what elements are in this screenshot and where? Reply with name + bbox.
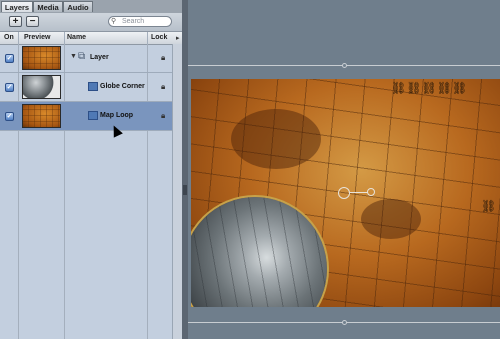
layer-preview-thumbnail — [22, 75, 61, 99]
layer-name: Layer — [90, 54, 109, 61]
disclosure-triangle-icon[interactable]: ▼ — [70, 53, 77, 60]
tab-audio[interactable]: Audio — [63, 1, 93, 12]
splitter-grip-icon[interactable] — [183, 185, 187, 195]
anchor-point-icon[interactable] — [338, 187, 350, 199]
column-preview[interactable]: Preview — [24, 34, 50, 41]
tab-media[interactable]: Media — [33, 1, 63, 12]
lock-icon[interactable]: 🔒︎ — [161, 82, 165, 92]
lock-icon[interactable]: 🔒︎ — [161, 53, 165, 63]
canvas-bottom-handle[interactable] — [342, 320, 347, 325]
column-on[interactable]: On — [4, 34, 14, 41]
tab-bar: Layers Media Audio — [0, 0, 182, 13]
column-lock[interactable]: Lock — [151, 34, 167, 41]
lock-icon[interactable]: 🔒︎ — [161, 111, 165, 121]
column-menu-icon[interactable]: ▸ — [176, 34, 180, 42]
tab-layers[interactable]: Layers — [1, 1, 33, 12]
canvas-top-handle[interactable] — [342, 63, 347, 68]
layers-toolbar: + − Search ⚲ — [0, 13, 182, 32]
layer-preview-thumbnail — [22, 46, 61, 70]
film-clip-icon — [88, 111, 98, 120]
film-clip-icon — [88, 82, 98, 91]
layer-row-globe-corner[interactable]: ✓ Globe Corner 🔒︎ — [0, 73, 172, 102]
search-input[interactable]: Search — [108, 16, 172, 27]
layer-name: Map Loop — [100, 112, 134, 119]
column-name[interactable]: Name — [67, 34, 86, 41]
remove-layer-button[interactable]: − — [26, 16, 39, 27]
vertical-scrollbar[interactable] — [172, 44, 182, 339]
layers-panel: Layers Media Audio + − Search ⚲ On Previ… — [0, 0, 182, 339]
chain-decoration-icon: ⛓⛓⛓⛓⛓ — [391, 81, 468, 95]
search-icon: ⚲ — [111, 18, 117, 25]
layer-visibility-checkbox[interactable]: ✓ — [5, 83, 14, 92]
anchor-rotation-line — [350, 192, 368, 193]
layer-visibility-checkbox[interactable]: ✓ — [5, 54, 14, 63]
layer-preview-thumbnail — [22, 104, 61, 128]
add-layer-button[interactable]: + — [9, 16, 22, 27]
chain-decoration-icon: ⛓ — [481, 199, 497, 213]
layer-name: Globe Corner — [100, 83, 145, 90]
layer-row-layer[interactable]: ✓ ▼ ⧉ Layer 🔒︎ — [0, 44, 172, 73]
map-landmass — [361, 199, 421, 239]
layer-stack-icon: ⧉ — [78, 51, 86, 62]
layer-row-map-loop[interactable]: ✓ Map Loop 🔒︎ — [0, 102, 172, 131]
rotation-handle[interactable] — [367, 188, 375, 196]
layer-visibility-checkbox[interactable]: ✓ — [5, 112, 14, 121]
map-landmass — [231, 109, 321, 169]
